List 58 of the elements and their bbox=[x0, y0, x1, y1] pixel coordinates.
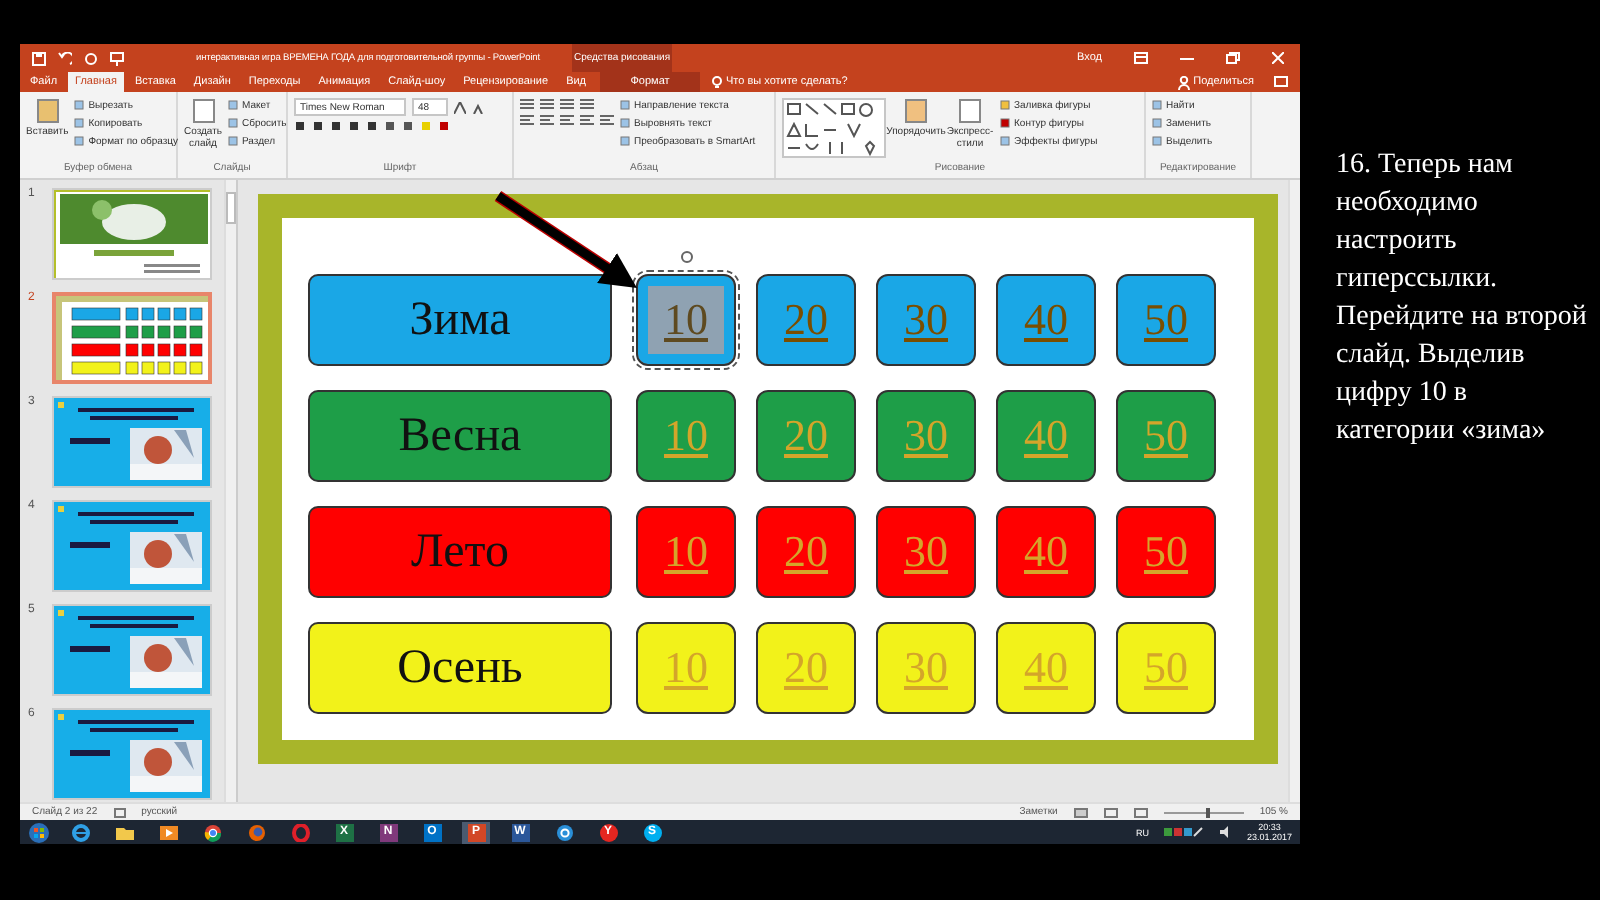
slide-thumbnail[interactable] bbox=[52, 708, 212, 800]
slide-thumbnail[interactable] bbox=[52, 292, 212, 384]
browser-icon[interactable] bbox=[71, 823, 89, 841]
list-icon[interactable] bbox=[560, 98, 574, 110]
lightbulb-icon bbox=[712, 75, 723, 89]
undo-icon[interactable] bbox=[58, 51, 72, 65]
slide-thumbnail[interactable] bbox=[52, 604, 212, 696]
slider-thumb[interactable] bbox=[1205, 807, 1210, 817]
shape-gallery[interactable] bbox=[782, 98, 886, 158]
present-icon[interactable] bbox=[110, 51, 124, 65]
document-icon bbox=[958, 98, 982, 124]
list-icon[interactable] bbox=[520, 98, 534, 110]
align-icon[interactable] bbox=[600, 114, 614, 126]
score-link[interactable]: 50 bbox=[1116, 274, 1216, 366]
category-label: Лето bbox=[308, 506, 612, 598]
media-player-icon[interactable] bbox=[159, 823, 177, 841]
normal-view-icon[interactable] bbox=[1073, 807, 1088, 817]
align-icon[interactable] bbox=[540, 114, 554, 126]
slide-thumbnail[interactable] bbox=[52, 188, 212, 280]
comment-icon[interactable] bbox=[1274, 75, 1288, 89]
instruction-text: 16. Теперь нам необходимо настроить гиперссылки. Перейдите на второй слайд. Выделив цифру 10 в категории «зима» bbox=[1336, 148, 1589, 450]
category-label: Осень bbox=[308, 622, 612, 714]
sorter-view-icon[interactable] bbox=[1103, 807, 1118, 817]
person-icon[interactable] bbox=[1177, 75, 1190, 89]
document-icon bbox=[904, 98, 928, 124]
arrow bbox=[494, 191, 637, 288]
align-icon[interactable] bbox=[520, 114, 534, 126]
list-icon[interactable] bbox=[540, 98, 554, 110]
document-icon bbox=[191, 98, 215, 124]
category-label: Весна bbox=[308, 390, 612, 482]
opera-icon[interactable] bbox=[291, 823, 309, 841]
reading-view-icon[interactable] bbox=[1133, 807, 1148, 817]
align-icon[interactable] bbox=[580, 114, 594, 126]
grow-font-icon[interactable] bbox=[454, 101, 466, 113]
tray-icon[interactable] bbox=[1164, 826, 1205, 838]
volume-icon[interactable] bbox=[1220, 826, 1231, 838]
slide-thumbnail[interactable] bbox=[52, 396, 212, 488]
slide-thumbnail[interactable] bbox=[52, 500, 212, 592]
chrome-icon[interactable] bbox=[203, 823, 221, 841]
list-icon[interactable] bbox=[580, 98, 594, 110]
score-link[interactable]: 30 bbox=[876, 274, 976, 366]
score-link[interactable]: 20 bbox=[756, 274, 856, 366]
category-label: Зима bbox=[308, 274, 612, 366]
spellcheck-icon[interactable] bbox=[113, 807, 126, 817]
scroll-bar[interactable] bbox=[1288, 180, 1300, 802]
restore-icon[interactable] bbox=[1226, 52, 1240, 64]
align-icon[interactable] bbox=[560, 114, 574, 126]
score-link[interactable]: 40 bbox=[996, 274, 1096, 366]
save-icon[interactable] bbox=[32, 51, 46, 65]
ribbon-options-icon[interactable] bbox=[1134, 52, 1148, 64]
shrink-font-icon[interactable] bbox=[472, 101, 484, 113]
start-icon[interactable] bbox=[28, 821, 50, 843]
close-icon[interactable] bbox=[1272, 52, 1284, 64]
minimize-icon[interactable] bbox=[1180, 52, 1194, 64]
firefox-icon[interactable] bbox=[247, 823, 265, 841]
scroll-bar[interactable] bbox=[224, 180, 236, 802]
rotation-handle[interactable] bbox=[680, 250, 694, 264]
document-icon bbox=[35, 98, 60, 124]
